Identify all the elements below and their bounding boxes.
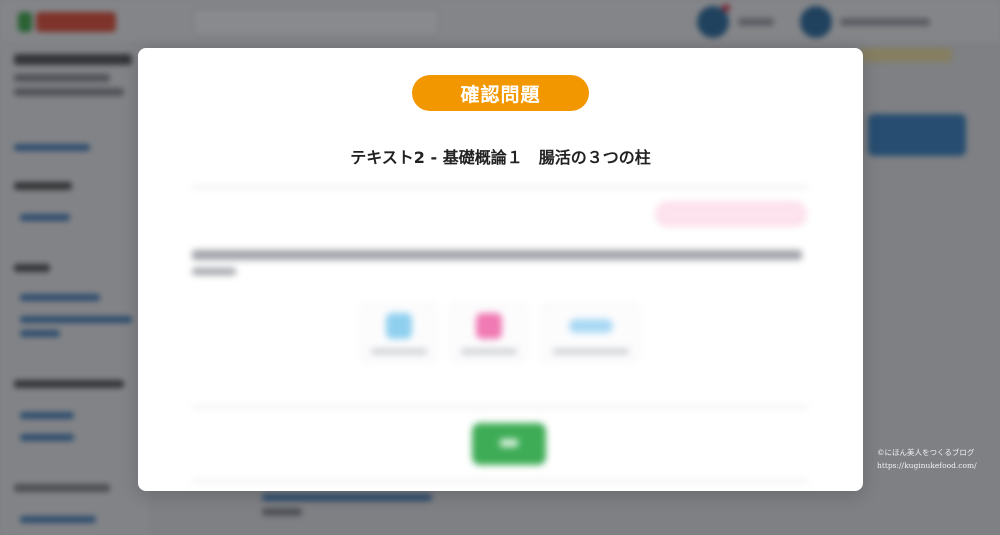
answer-label bbox=[553, 349, 629, 354]
modal-title: テキスト2 - 基礎概論１ 腸活の３つの柱 bbox=[350, 148, 651, 167]
answer-label bbox=[461, 349, 517, 354]
circle-option-icon bbox=[386, 313, 412, 339]
quiz-content bbox=[138, 178, 863, 491]
answer-option-cross[interactable] bbox=[450, 304, 526, 362]
question-text bbox=[192, 268, 236, 275]
cross-option-icon bbox=[476, 313, 502, 339]
quiz-modal: 確認問題 テキスト2 - 基礎概論１ 腸活の３つの柱 bbox=[138, 48, 863, 491]
pill-option-icon bbox=[569, 319, 613, 333]
answer-option-circle[interactable] bbox=[360, 304, 436, 362]
submit-button[interactable] bbox=[472, 423, 546, 465]
quiz-badge: 確認問題 bbox=[412, 75, 589, 111]
divider bbox=[192, 406, 808, 408]
answer-option-other[interactable] bbox=[542, 304, 638, 362]
watermark-line-1: ©にほん美人をつくるブログ bbox=[877, 448, 975, 457]
question-text bbox=[192, 250, 802, 260]
divider bbox=[192, 186, 808, 188]
watermark: ©にほん美人をつくるブログ https://kuginukefood.com/ bbox=[877, 446, 977, 472]
watermark-line-2: https://kuginukefood.com/ bbox=[877, 461, 977, 470]
divider bbox=[192, 480, 808, 482]
hint-button[interactable] bbox=[656, 202, 806, 226]
answer-label bbox=[371, 349, 427, 354]
